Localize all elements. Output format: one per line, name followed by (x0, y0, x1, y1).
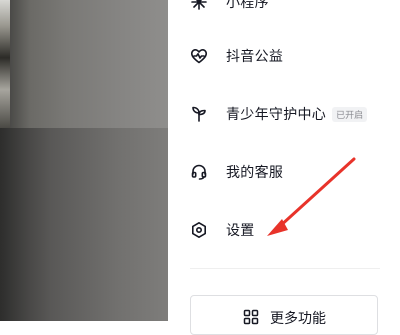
sprout-icon (190, 105, 208, 123)
menu-item-youth-protection[interactable]: 青少年守护中心 已开启 (190, 99, 368, 129)
menu-item-label: 我的客服 (226, 165, 284, 181)
mini-program-icon (190, 0, 208, 11)
menu-item-label: 设置 (226, 223, 255, 239)
menu-item-label: 青少年守护中心 (226, 107, 327, 123)
more-features-label: 更多功能 (270, 311, 326, 327)
heart-pulse-icon (190, 47, 208, 65)
more-features-button[interactable]: 更多功能 (190, 295, 378, 335)
menu-divider (190, 268, 380, 269)
menu-item-label: 抖音公益 (226, 49, 284, 65)
headset-icon (190, 163, 208, 181)
background-video-overlay[interactable] (0, 0, 168, 321)
menu-item-settings[interactable]: 设置 (190, 215, 255, 245)
status-badge: 已开启 (332, 106, 368, 122)
background-photo-strip (0, 0, 10, 128)
menu-item-customer-service[interactable]: 我的客服 (190, 157, 283, 187)
hexagon-settings-icon (190, 221, 208, 239)
side-drawer-menu: 小程序 抖音公益 青少年守护中心 已开启 我的客服 设置 更多功能 (168, 0, 400, 335)
background-shadow (0, 128, 168, 321)
menu-item-label: 小程序 (226, 0, 269, 11)
grid-apps-icon (242, 308, 260, 326)
menu-item-mini-program[interactable]: 小程序 (190, 0, 269, 17)
menu-item-douyin-charity[interactable]: 抖音公益 (190, 41, 283, 71)
